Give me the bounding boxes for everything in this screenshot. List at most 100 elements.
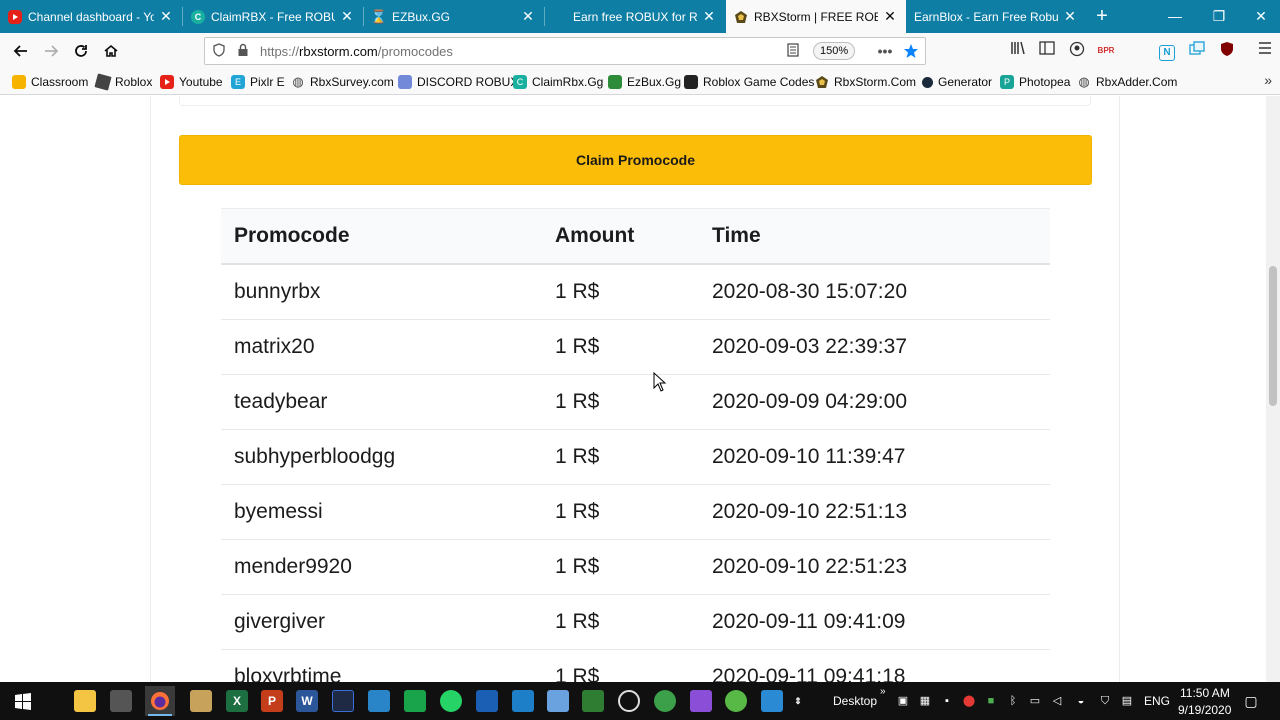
close-icon[interactable]: ✕ xyxy=(701,8,717,25)
bluetooth-icon[interactable]: ᛒ xyxy=(1006,694,1020,708)
network-icon[interactable]: ◒ xyxy=(1074,694,1088,708)
app-icon[interactable] xyxy=(508,686,538,716)
language-indicator[interactable]: ENG xyxy=(1144,694,1170,708)
word-icon[interactable]: W xyxy=(292,686,322,716)
shield-icon[interactable]: ⛉ xyxy=(1098,694,1112,708)
app-icon[interactable] xyxy=(614,686,644,716)
url-text[interactable]: https://rbxstorm.com/promocodes xyxy=(260,44,453,59)
app-icon[interactable] xyxy=(721,686,751,716)
app-icon[interactable] xyxy=(106,686,136,716)
blank-icon xyxy=(553,10,567,24)
reader-view-icon[interactable] xyxy=(785,43,801,59)
app-icon[interactable] xyxy=(186,686,216,716)
bookmark-pixlr[interactable]: E Pixlr E xyxy=(231,73,285,91)
lock-icon[interactable] xyxy=(235,43,251,59)
record-icon[interactable]: ⬤ xyxy=(962,694,976,708)
close-icon[interactable]: ✕ xyxy=(882,8,898,25)
app-icon[interactable] xyxy=(543,686,573,716)
tray-icon[interactable]: ■ xyxy=(984,694,998,708)
chevron-right-icon[interactable]: » xyxy=(1264,72,1272,88)
volume-icon[interactable]: ◁ xyxy=(1050,694,1064,708)
tab-ezbux[interactable]: ⌛ EZBux.GG ✕ xyxy=(364,0,544,33)
bookmark-star-icon[interactable] xyxy=(903,43,919,59)
tab-earnblox[interactable]: EarnBlox - Earn Free Robux In ✕ xyxy=(906,0,1086,33)
promocode-cell: mender9920 xyxy=(234,555,352,578)
bookmark-rbxadder[interactable]: ◍ RbxAdder.Com xyxy=(1077,73,1177,91)
close-icon[interactable]: ✕ xyxy=(158,8,174,25)
bookmark-label: Photopea xyxy=(1019,75,1071,89)
minimize-button[interactable]: — xyxy=(1152,0,1198,33)
app-icon[interactable] xyxy=(578,686,608,716)
bookmark-label: RbxSurvey.com xyxy=(310,75,394,89)
tray-icon[interactable]: ▤ xyxy=(1120,694,1134,708)
shield-icon[interactable] xyxy=(211,43,227,59)
bookmark-roblox-game-codes[interactable]: Roblox Game Codes xyxy=(684,73,814,91)
bookmark-rbxsurvey[interactable]: ◍ RbxSurvey.com xyxy=(291,73,394,91)
close-icon[interactable]: ✕ xyxy=(520,8,536,25)
close-icon[interactable]: ✕ xyxy=(1062,8,1078,25)
back-button[interactable] xyxy=(8,38,34,64)
bookmark-classroom[interactable]: Classroom xyxy=(12,73,88,91)
window-close-button[interactable]: ✕ xyxy=(1238,0,1280,33)
menu-icon[interactable] xyxy=(1255,41,1275,61)
tab-channel-dashboard[interactable]: Channel dashboard - Yo ✕ xyxy=(0,0,182,33)
bookmark-discord-robux[interactable]: DISCORD ROBUX xyxy=(398,73,518,91)
bookmark-youtube[interactable]: Youtube xyxy=(160,73,223,91)
file-explorer-icon[interactable] xyxy=(70,686,100,716)
zoom-level[interactable]: 150% xyxy=(813,42,856,60)
clock-time[interactable]: 11:50 AM xyxy=(1180,686,1230,700)
tray-icon[interactable]: ▭ xyxy=(1028,694,1042,708)
notion-extension-icon[interactable]: N xyxy=(1157,41,1177,61)
bookmark-photopea[interactable]: P Photopea xyxy=(1000,73,1070,91)
claim-promocode-button[interactable]: Claim Promocode xyxy=(179,135,1092,185)
table-row: mender9920 1 R$ 2020-09-10 22:51:23 xyxy=(221,540,1050,595)
scrollbar-thumb[interactable] xyxy=(1269,266,1277,406)
tray-icon[interactable]: ▪ xyxy=(940,694,954,708)
page-actions-icon[interactable]: ••• xyxy=(877,43,893,59)
tab-rbxstorm[interactable]: RBXStorm | FREE ROBUX! ✕ xyxy=(726,0,906,33)
new-tab-button[interactable]: + xyxy=(1090,4,1114,28)
tab-manager-extension-icon[interactable] xyxy=(1187,41,1207,61)
excel-icon[interactable]: X xyxy=(222,686,252,716)
app-icon[interactable] xyxy=(472,686,502,716)
library-icon[interactable] xyxy=(1008,41,1028,61)
app-icon[interactable] xyxy=(400,686,430,716)
bookmark-ezbux[interactable]: EzBux.Gg xyxy=(608,73,681,91)
start-button[interactable] xyxy=(8,686,38,716)
app-icon[interactable] xyxy=(650,686,680,716)
bookmark-roblox[interactable]: Roblox xyxy=(94,73,152,91)
app-icon[interactable] xyxy=(757,686,787,716)
account-icon[interactable] xyxy=(1067,41,1087,61)
chevron-right-icon[interactable]: » xyxy=(880,686,886,697)
tab-earn-free-robux[interactable]: Earn free ROBUX for ROBLOX! ✕ xyxy=(545,0,725,33)
close-icon[interactable]: ✕ xyxy=(339,8,355,25)
clock-date[interactable]: 9/19/2020 xyxy=(1178,703,1231,717)
ublock-origin-icon[interactable] xyxy=(1217,41,1237,61)
tray-icon[interactable]: ▦ xyxy=(918,694,932,708)
amount-cell: 1 R$ xyxy=(555,500,600,523)
bpr-extension-icon[interactable]: BPR xyxy=(1096,41,1116,61)
bookmarks-bar: Classroom Roblox Youtube E Pixlr E ◍ RbxSu… xyxy=(0,69,1280,95)
page-scrollbar[interactable] xyxy=(1266,96,1280,682)
app-icon[interactable] xyxy=(686,686,716,716)
tab-claimrbx[interactable]: C ClaimRBX - Free ROBUX ✕ xyxy=(183,0,363,33)
address-bar[interactable]: https://rbxstorm.com/promocodes 150% ••• xyxy=(204,37,926,65)
bookmark-rbxstorm[interactable]: RbxStorm.Com xyxy=(815,73,916,91)
reload-button[interactable] xyxy=(68,38,94,64)
powerpoint-icon[interactable]: P xyxy=(257,686,287,716)
notifications-icon[interactable]: ▢ xyxy=(1244,694,1258,708)
tray-icon[interactable]: ▣ xyxy=(896,694,910,708)
whatsapp-icon[interactable] xyxy=(436,686,466,716)
taskbar-scroll-arrows[interactable]: ⇕ xyxy=(788,686,808,716)
sidebar-icon[interactable] xyxy=(1037,41,1057,61)
app-icon[interactable] xyxy=(328,686,358,716)
home-button[interactable] xyxy=(98,38,124,64)
restore-button[interactable]: ❐ xyxy=(1196,0,1242,33)
header-amount: Amount xyxy=(555,224,635,247)
desktop-toolbar-label[interactable]: Desktop xyxy=(833,694,877,708)
app-icon[interactable] xyxy=(364,686,394,716)
forward-button[interactable] xyxy=(38,38,64,64)
bookmark-claimrbx[interactable]: C ClaimRbx.Gg xyxy=(513,73,603,91)
bookmark-generator[interactable]: Generator xyxy=(922,73,992,91)
firefox-icon[interactable] xyxy=(145,686,175,716)
